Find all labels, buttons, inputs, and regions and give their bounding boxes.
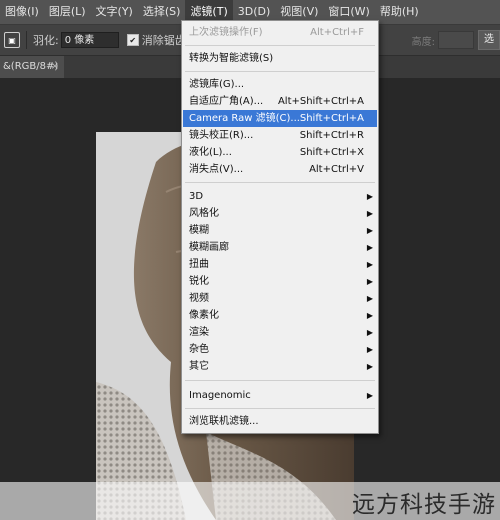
submenu-arrow-icon: ▶ xyxy=(366,391,373,400)
menu-divider xyxy=(185,408,375,409)
menu-item-noise[interactable]: 杂色 ▶ xyxy=(183,341,377,358)
menu-help[interactable]: 帮助(H) xyxy=(375,0,424,24)
menu-item-imagenomic[interactable]: Imagenomic ▶ xyxy=(183,387,377,404)
menu-divider xyxy=(185,380,375,381)
selection-tool-icon[interactable]: ▣ xyxy=(4,32,20,48)
menu-item-blur[interactable]: 模糊 ▶ xyxy=(183,222,377,239)
submenu-arrow-icon: ▶ xyxy=(366,277,373,286)
antialias-checkbox[interactable]: ✔ xyxy=(126,34,139,46)
feather-input[interactable]: 0 像素 xyxy=(60,32,119,48)
menu-item-blur-gallery[interactable]: 模糊画廊 ▶ xyxy=(183,239,377,256)
menu-item-other[interactable]: 其它 ▶ xyxy=(183,358,377,375)
menu-select[interactable]: 选择(S) xyxy=(138,0,186,24)
submenu-arrow-icon: ▶ xyxy=(366,311,373,320)
close-icon[interactable]: × xyxy=(51,56,59,78)
submenu-arrow-icon: ▶ xyxy=(366,226,373,235)
watermark-band: 远方科技手游 xyxy=(0,482,500,520)
height-label: 高度: xyxy=(411,36,435,48)
height-input[interactable] xyxy=(438,31,474,49)
submenu-arrow-icon: ▶ xyxy=(366,362,373,371)
menu-item-liquify[interactable]: 液化(L)... Shift+Ctrl+X xyxy=(183,144,377,161)
menu-item-lens-correction[interactable]: 镜头校正(R)... Shift+Ctrl+R xyxy=(183,127,377,144)
submenu-arrow-icon: ▶ xyxy=(366,294,373,303)
watermark-text: 远方科技手游 xyxy=(352,492,496,518)
menu-item-video[interactable]: 视频 ▶ xyxy=(183,290,377,307)
select-and-mask-button[interactable]: 选 xyxy=(478,30,500,50)
menu-item-browse-online[interactable]: 浏览联机滤镜... xyxy=(183,413,377,430)
filter-dropdown-menu: 上次滤镜操作(F) Alt+Ctrl+F 转换为智能滤镜(S) 滤镜库(G)..… xyxy=(181,20,379,434)
menu-item-filter-gallery[interactable]: 滤镜库(G)... xyxy=(183,76,377,93)
menu-item-sharpen[interactable]: 锐化 ▶ xyxy=(183,273,377,290)
menu-divider xyxy=(185,182,375,183)
submenu-arrow-icon: ▶ xyxy=(366,243,373,252)
menu-type[interactable]: 文字(Y) xyxy=(91,0,138,24)
menu-item-distort[interactable]: 扭曲 ▶ xyxy=(183,256,377,273)
document-tab[interactable]: &(RGB/8#) × xyxy=(0,56,64,78)
menu-divider xyxy=(185,71,375,72)
menu-item-adaptive-wide-angle[interactable]: 自适应广角(A)... Alt+Shift+Ctrl+A xyxy=(183,93,377,110)
menu-item-3d[interactable]: 3D ▶ xyxy=(183,188,377,205)
menu-item-vanishing-point[interactable]: 消失点(V)... Alt+Ctrl+V xyxy=(183,161,377,178)
menu-layer[interactable]: 图层(L) xyxy=(44,0,91,24)
antialias-label: 消除锯齿 xyxy=(141,34,186,47)
submenu-arrow-icon: ▶ xyxy=(366,209,373,218)
menu-image[interactable]: 图像(I) xyxy=(0,0,44,24)
submenu-arrow-icon: ▶ xyxy=(366,328,373,337)
menu-item-last-filter[interactable]: 上次滤镜操作(F) Alt+Ctrl+F xyxy=(183,24,377,41)
menu-item-pixelate[interactable]: 像素化 ▶ xyxy=(183,307,377,324)
submenu-arrow-icon: ▶ xyxy=(366,345,373,354)
divider xyxy=(26,31,27,49)
menu-divider xyxy=(185,45,375,46)
submenu-arrow-icon: ▶ xyxy=(366,260,373,269)
menu-item-convert-smart-filter[interactable]: 转换为智能滤镜(S) xyxy=(183,50,377,67)
submenu-arrow-icon: ▶ xyxy=(366,192,373,201)
menu-item-camera-raw[interactable]: Camera Raw 滤镜(C)... Shift+Ctrl+A xyxy=(183,110,377,127)
menu-item-stylize[interactable]: 风格化 ▶ xyxy=(183,205,377,222)
menu-item-render[interactable]: 渲染 ▶ xyxy=(183,324,377,341)
feather-label: 羽化: xyxy=(33,34,59,47)
